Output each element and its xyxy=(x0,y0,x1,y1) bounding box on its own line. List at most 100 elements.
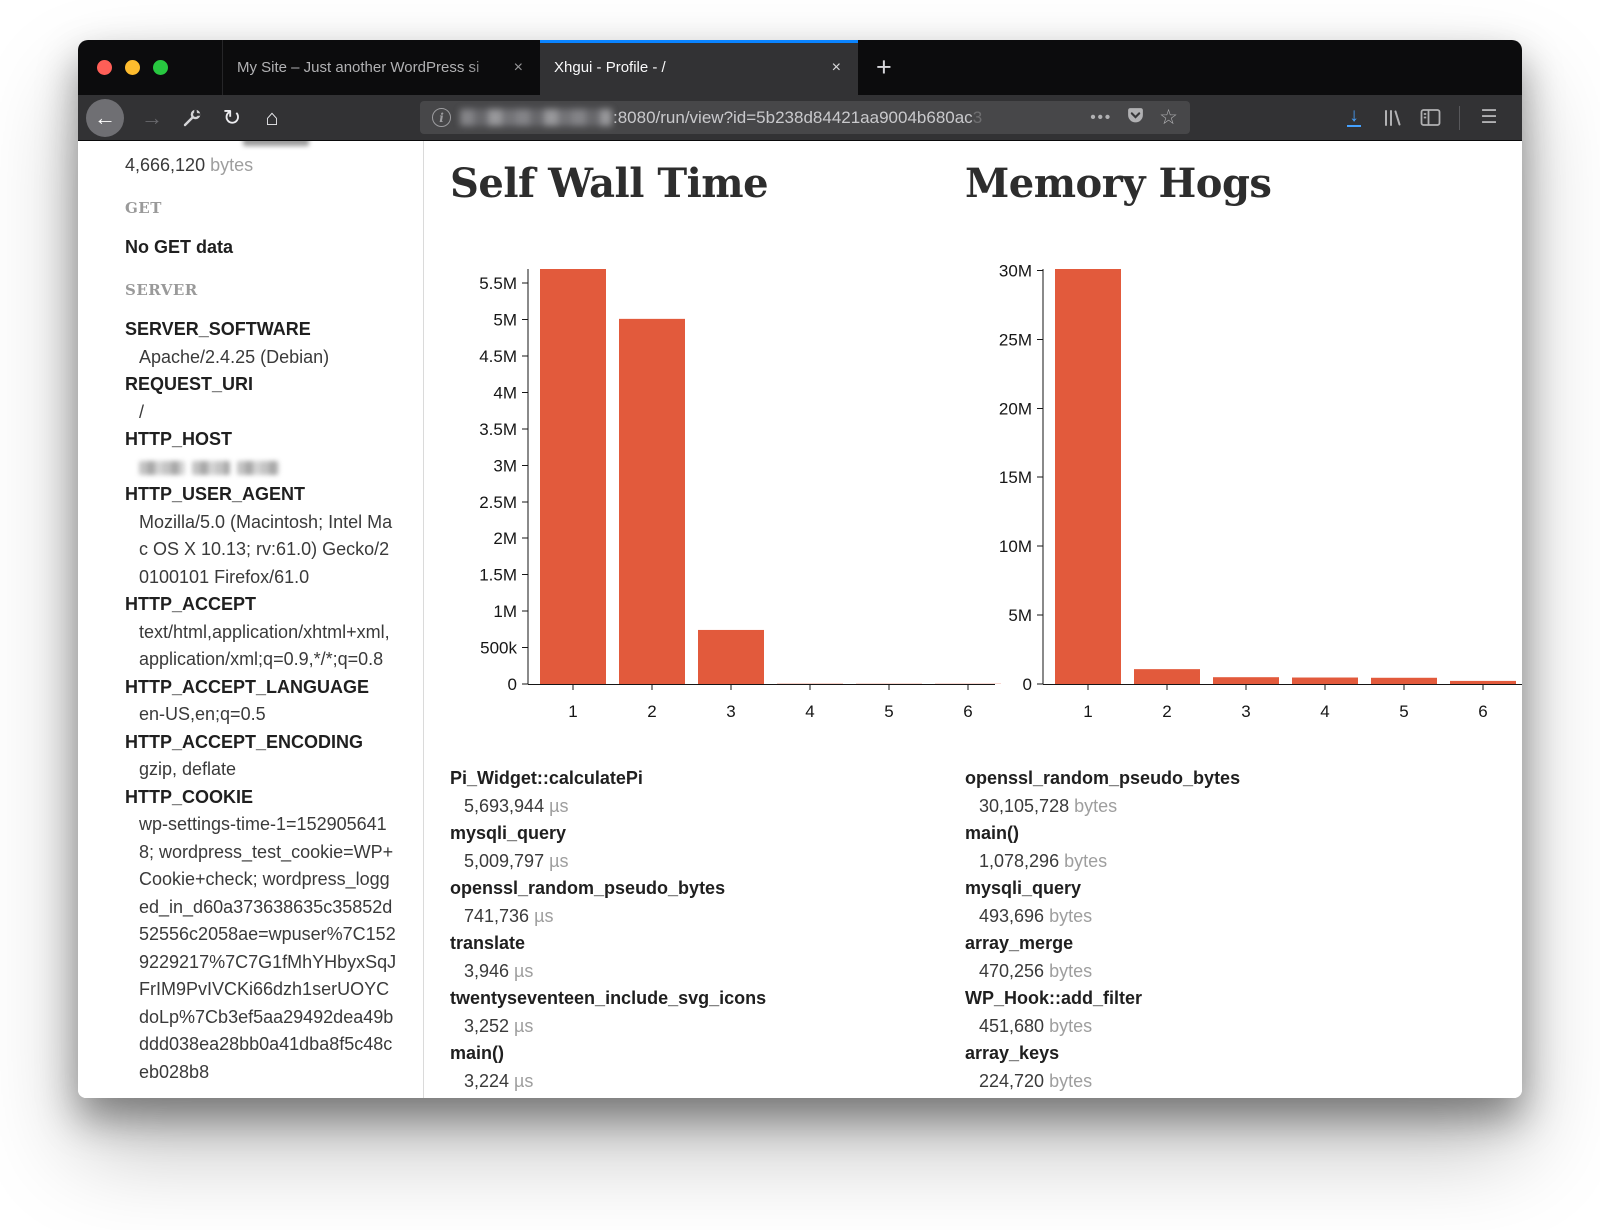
bar-1[interactable] xyxy=(540,269,606,684)
function-value: 451,680 bytes xyxy=(979,1013,1522,1041)
profile-sidebar: 4,666,120 bytes GET No GET data SERVER S… xyxy=(78,141,423,1098)
function-name: translate xyxy=(450,930,955,958)
tab-wordpress-site[interactable]: My Site – Just another WordPress si × xyxy=(222,40,540,95)
bar-1[interactable] xyxy=(1055,269,1121,684)
back-button[interactable]: ← xyxy=(86,99,124,137)
wrench-icon[interactable] xyxy=(172,99,212,137)
function-value: 741,736 µs xyxy=(464,903,955,931)
svg-text:5M: 5M xyxy=(1008,606,1032,625)
tab-close-icon[interactable]: × xyxy=(505,57,532,79)
function-value: 493,696 bytes xyxy=(979,903,1522,931)
chart-area: 0500k1M1.5M2M2.5M3M3.5M4M4.5M5M5.5M12345… xyxy=(450,255,955,727)
get-section-heading: GET xyxy=(125,195,397,223)
svg-text:2M: 2M xyxy=(493,529,517,548)
memory-hogs-section: Memory Hogs 05M10M15M20M25M30M123456 ope… xyxy=(965,160,1522,1095)
server-variables-list: SERVER_SOFTWAREApache/2.4.25 (Debian)REQ… xyxy=(125,316,397,1086)
zoom-window-button[interactable] xyxy=(153,60,168,75)
server-key: HTTP_COOKIE xyxy=(125,784,397,812)
bookmark-star-icon[interactable]: ☆ xyxy=(1159,105,1178,130)
redacted-blur xyxy=(192,461,230,475)
home-button[interactable]: ⌂ xyxy=(252,99,292,137)
chart-area: 05M10M15M20M25M30M123456 xyxy=(965,255,1522,727)
top-functions-list: Pi_Widget::calculatePi5,693,944 µsmysqli… xyxy=(450,765,955,1095)
tab-xhgui-profile[interactable]: Xhgui - Profile - / × xyxy=(540,40,858,95)
svg-text:4.5M: 4.5M xyxy=(479,347,517,366)
peak-memory-value: 4,666,120 bytes xyxy=(125,152,397,180)
server-key: REQUEST_URI xyxy=(125,371,397,399)
server-section-heading: SERVER xyxy=(125,277,397,305)
bar-2[interactable] xyxy=(1134,669,1200,684)
function-value: 3,252 µs xyxy=(464,1013,955,1041)
function-name: Pi_Widget::calculatePi xyxy=(450,765,955,793)
address-bar[interactable]: i :8080/run/view?id=5b238d84421aa9004b68… xyxy=(420,101,1190,134)
sidebar-toggle-icon[interactable] xyxy=(1411,99,1449,137)
function-name: openssl_random_pseudo_bytes xyxy=(450,875,955,903)
desktop-background: My Site – Just another WordPress si × Xh… xyxy=(0,0,1600,1230)
svg-text:4: 4 xyxy=(805,702,814,721)
function-value: 224,720 bytes xyxy=(979,1068,1522,1096)
page-actions-icon[interactable]: ••• xyxy=(1090,109,1112,126)
svg-text:500k: 500k xyxy=(480,639,517,658)
active-tab-indicator xyxy=(540,40,858,43)
memory-hogs-chart: 05M10M15M20M25M30M123456 xyxy=(973,255,1522,727)
redacted-hostname xyxy=(460,109,612,126)
bar-3[interactable] xyxy=(1213,677,1279,684)
svg-text:5: 5 xyxy=(884,702,893,721)
clipped-line-fragment xyxy=(243,141,309,146)
minimize-window-button[interactable] xyxy=(125,60,140,75)
svg-text:4M: 4M xyxy=(493,383,517,402)
svg-text:30M: 30M xyxy=(999,261,1032,280)
function-name: array_keys xyxy=(965,1040,1522,1068)
reload-button[interactable]: ↻ xyxy=(212,99,252,137)
download-tray xyxy=(1347,125,1361,128)
no-get-data-message: No GET data xyxy=(125,234,397,262)
browser-window: My Site – Just another WordPress si × Xh… xyxy=(78,40,1522,1098)
library-icon[interactable] xyxy=(1373,99,1411,137)
function-value: 1,078,296 bytes xyxy=(979,848,1522,876)
downloads-button[interactable]: ↓ xyxy=(1335,99,1373,137)
site-info-icon[interactable]: i xyxy=(432,108,451,127)
svg-text:20M: 20M xyxy=(999,399,1032,418)
top-functions-list: openssl_random_pseudo_bytes30,105,728 by… xyxy=(965,765,1522,1095)
function-value: 5,693,944 µs xyxy=(464,793,955,821)
self-wall-time-section: Self Wall Time 0500k1M1.5M2M2.5M3M3.5M4M… xyxy=(450,160,955,1095)
function-name: twentyseventeen_include_svg_icons xyxy=(450,985,955,1013)
window-controls xyxy=(78,40,218,95)
function-name: main() xyxy=(965,820,1522,848)
svg-text:15M: 15M xyxy=(999,468,1032,487)
svg-text:1: 1 xyxy=(568,702,577,721)
bar-6[interactable] xyxy=(1450,681,1516,684)
tab-title: Xhgui - Profile - / xyxy=(554,59,823,76)
tab-title: My Site – Just another WordPress si xyxy=(237,59,505,76)
bar-5[interactable] xyxy=(1371,678,1437,684)
bar-4[interactable] xyxy=(1292,678,1358,684)
pocket-icon[interactable] xyxy=(1126,106,1145,130)
close-window-button[interactable] xyxy=(97,60,112,75)
redacted-blur xyxy=(139,461,185,475)
svg-text:2: 2 xyxy=(647,702,656,721)
bar-2[interactable] xyxy=(619,319,685,684)
server-value: gzip, deflate xyxy=(139,756,397,784)
svg-text:0: 0 xyxy=(508,675,517,694)
chart-title: Self Wall Time xyxy=(450,160,955,208)
function-value: 3,946 µs xyxy=(464,958,955,986)
function-name: mysqli_query xyxy=(450,820,955,848)
server-value: text/html,application/xhtml+xml,applicat… xyxy=(139,619,397,674)
url-text-faded: 3 xyxy=(973,108,982,128)
server-key: HTTP_ACCEPT_ENCODING xyxy=(125,729,397,757)
svg-text:5.5M: 5.5M xyxy=(479,274,517,293)
function-name: main() xyxy=(450,1040,955,1068)
new-tab-button[interactable]: + xyxy=(858,40,910,95)
svg-text:4: 4 xyxy=(1320,702,1329,721)
tab-close-icon[interactable]: × xyxy=(823,57,850,79)
menu-button[interactable]: ☰ xyxy=(1470,99,1508,137)
server-value: en-US,en;q=0.5 xyxy=(139,701,397,729)
forward-button[interactable]: → xyxy=(132,99,172,137)
svg-text:10M: 10M xyxy=(999,537,1032,556)
server-value: Apache/2.4.25 (Debian) xyxy=(139,344,397,372)
bar-3[interactable] xyxy=(698,630,764,684)
navigation-toolbar: ← → ↻ ⌂ i :8080/run/view?id=5b238d84421a… xyxy=(78,95,1522,141)
function-name: WP_Hook::add_filter xyxy=(965,985,1522,1013)
server-key: HTTP_USER_AGENT xyxy=(125,481,397,509)
svg-text:1: 1 xyxy=(1083,702,1092,721)
